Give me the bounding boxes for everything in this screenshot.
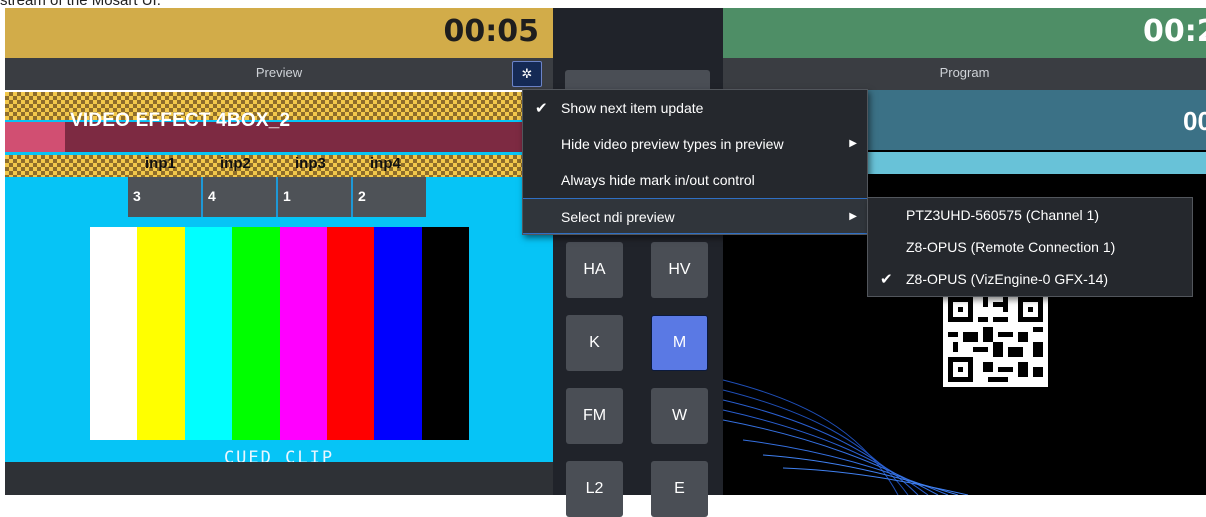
color-bar [279, 227, 327, 440]
preview-settings-button[interactable]: ✲ [512, 61, 542, 87]
color-bar [232, 227, 280, 440]
input-value-2: 4 [208, 188, 216, 204]
menu-item-label: Hide video preview types in preview [561, 136, 784, 152]
ndi-option-label: PTZ3UHD-560575 (Channel 1) [906, 207, 1099, 223]
ndi-option-label: Z8-OPUS (Remote Connection 1) [906, 239, 1116, 255]
input-value-3: 1 [283, 188, 291, 204]
color-bar [421, 227, 469, 440]
checkmark-icon: ✔ [880, 271, 893, 288]
transition-button-hv[interactable]: HV [651, 242, 708, 298]
menu-item-always-hide-mark-in-out[interactable]: Always hide mark in/out control [523, 162, 867, 198]
color-bar [137, 227, 185, 440]
checkmark-icon: ✔ [535, 100, 548, 117]
transition-button-l2[interactable]: L2 [566, 461, 623, 517]
ndi-option-ptz3uhd[interactable]: PTZ3UHD-560575 (Channel 1) [868, 200, 1192, 232]
submenu-arrow-icon: ▶ [849, 138, 857, 149]
menu-item-label: Select ndi preview [561, 209, 675, 225]
menu-item-show-next-item-update[interactable]: ✔ Show next item update [523, 90, 867, 126]
ndi-option-z8-opus-remote[interactable]: Z8-OPUS (Remote Connection 1) [868, 232, 1192, 264]
checker-pattern-inputs [5, 155, 553, 177]
input-value-4: 2 [358, 188, 366, 204]
transition-button-column: HA HV K M FM W L2 E [553, 8, 723, 517]
menu-item-label: Show next item update [561, 100, 704, 116]
program-teal-text: 00 [1183, 106, 1206, 136]
color-bar [326, 227, 375, 440]
input-label-1: inp1 [145, 155, 176, 172]
gear-icon: ✲ [521, 66, 533, 81]
qr-code [943, 292, 1048, 387]
transition-button-m[interactable]: M [651, 315, 708, 371]
preview-header: Preview [5, 58, 553, 90]
program-header-label: Program [939, 65, 990, 80]
transition-button-ha[interactable]: HA [566, 242, 623, 298]
preview-bottom-bar [5, 462, 553, 495]
video-effect-title: VIDEO EFFECT 4BOX_2 [70, 110, 291, 131]
transition-button-w[interactable]: W [651, 388, 708, 444]
input-label-3: inp3 [295, 155, 326, 172]
settings-context-menu: ✔ Show next item update Hide video previ… [522, 89, 868, 235]
input-label-2: inp2 [220, 155, 251, 172]
preview-video-area: VIDEO EFFECT 4BOX_2 inp1 inp2 inp3 inp4 … [5, 92, 553, 462]
program-header: Program [723, 58, 1206, 90]
input-divider [276, 177, 278, 217]
menu-item-select-ndi-preview[interactable]: Select ndi preview ▶ [523, 198, 867, 234]
ndi-preview-submenu: PTZ3UHD-560575 (Channel 1) Z8-OPUS (Remo… [867, 197, 1193, 297]
input-divider [201, 177, 203, 217]
transition-button-e[interactable]: E [651, 461, 708, 517]
input-divider [351, 177, 353, 217]
color-bar [90, 227, 138, 440]
program-timer-bar: 00:2 [723, 8, 1206, 58]
color-bar [374, 227, 422, 440]
transition-button-k[interactable]: K [566, 315, 623, 371]
video-effect-bar-accent [5, 122, 65, 152]
input-value-1: 3 [133, 188, 141, 204]
preview-timer-bar: 00:05 [5, 8, 553, 58]
preview-timer: 00:05 [443, 14, 540, 49]
input-label-4: inp4 [370, 155, 401, 172]
submenu-arrow-icon: ▶ [849, 211, 857, 222]
color-bar [184, 227, 233, 440]
transition-button-fm[interactable]: FM [566, 388, 623, 444]
ndi-option-label: Z8-OPUS (VizEngine-0 GFX-14) [906, 271, 1109, 287]
color-bars [90, 227, 469, 440]
menu-item-label: Always hide mark in/out control [561, 172, 755, 188]
menu-item-hide-video-preview-types[interactable]: Hide video preview types in preview ▶ [523, 126, 867, 162]
program-timer: 00:2 [1143, 14, 1206, 49]
preview-header-label: Preview [255, 65, 303, 80]
cued-clip-label: CUED CLIP [223, 448, 335, 462]
ndi-option-z8-opus-vizengine[interactable]: ✔ Z8-OPUS (VizEngine-0 GFX-14) [868, 264, 1192, 296]
